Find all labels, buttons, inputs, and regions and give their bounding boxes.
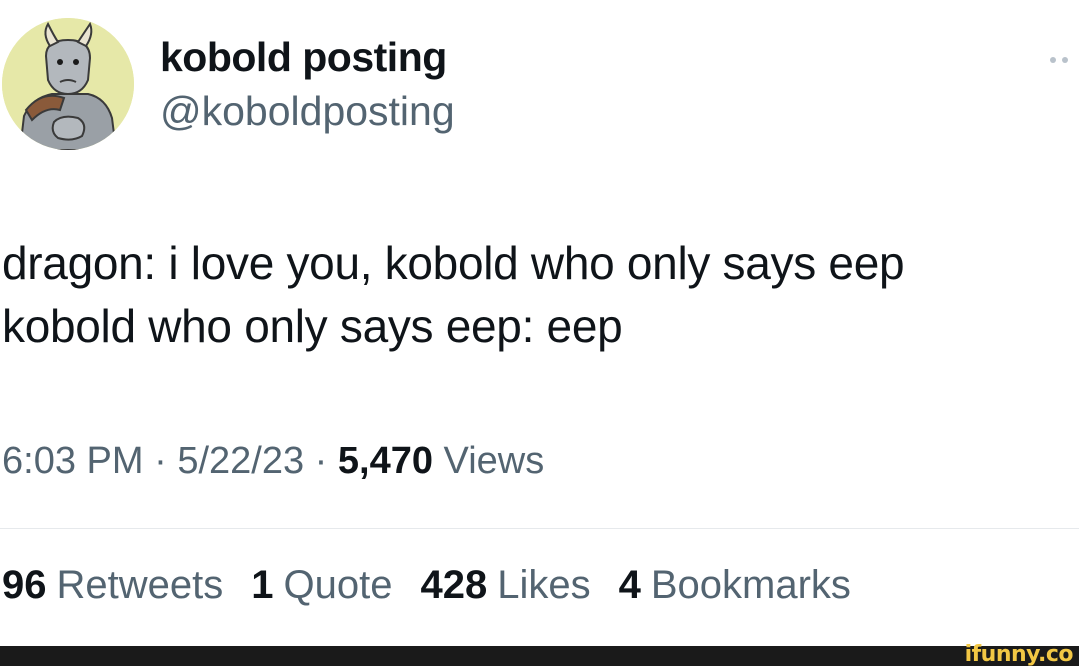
tweet-line: dragon: i love you, kobold who only says…: [2, 237, 905, 289]
tweet-text: dragon: i love you, kobold who only says…: [2, 232, 1072, 358]
quotes-count: 1: [251, 563, 274, 607]
retweets-stat[interactable]: 96 Retweets: [2, 563, 223, 608]
tweet-date[interactable]: 5/22/23: [177, 440, 304, 482]
divider: [0, 528, 1079, 529]
avatar[interactable]: [2, 18, 134, 150]
likes-count: 428: [420, 563, 488, 607]
quotes-label: Quote: [283, 563, 393, 607]
retweets-count: 96: [2, 563, 47, 607]
more-options-icon[interactable]: [1050, 55, 1078, 65]
bookmarks-stat[interactable]: 4 Bookmarks: [619, 563, 851, 608]
tweet-time[interactable]: 6:03 PM: [2, 440, 144, 482]
tweet-line: kobold who only says eep: eep: [2, 300, 623, 352]
engagement-stats: 96 Retweets 1 Quote 428 Likes 4 Bookmark…: [2, 563, 851, 608]
meta-separator: ·: [314, 440, 328, 482]
bookmarks-label: Bookmarks: [650, 563, 851, 607]
meta-separator: ·: [154, 440, 167, 482]
retweets-label: Retweets: [56, 563, 224, 607]
tweet-meta: 6:03 PM · 5/22/23 · 5,470 Views: [2, 440, 544, 483]
bookmarks-count: 4: [618, 563, 641, 607]
likes-label: Likes: [497, 563, 591, 607]
display-name[interactable]: kobold posting: [160, 34, 447, 81]
likes-stat[interactable]: 428 Likes: [420, 563, 590, 608]
views-count: 5,470: [337, 440, 433, 482]
views-label: Views: [443, 440, 545, 482]
quotes-stat[interactable]: 1 Quote: [251, 563, 392, 608]
kobold-avatar-icon: [2, 18, 134, 150]
watermark-logo: ifunny.co: [964, 642, 1074, 667]
watermark-bar: ifunny.co: [0, 642, 1079, 667]
user-handle[interactable]: @koboldposting: [160, 88, 455, 135]
